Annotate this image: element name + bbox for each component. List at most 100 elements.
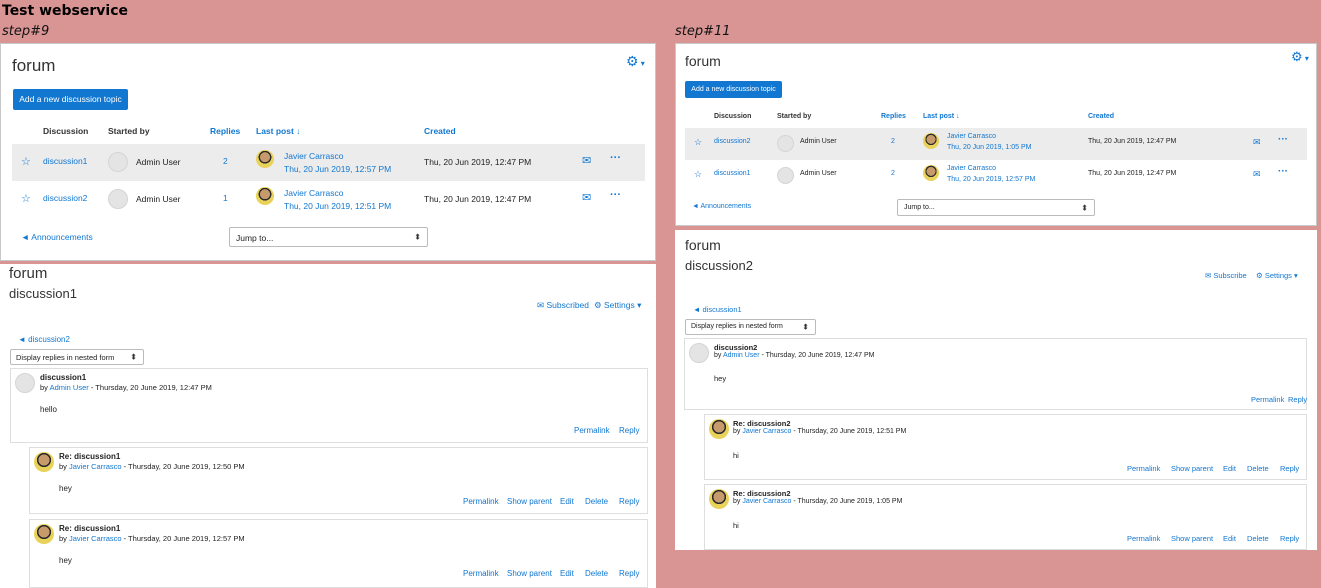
more-icon[interactable]: ··· bbox=[1278, 134, 1288, 145]
post-byline: by Javier Carrasco - Thursday, 20 June 2… bbox=[59, 534, 245, 543]
reply-link[interactable]: Reply bbox=[1280, 534, 1299, 543]
subscribed-toggle[interactable]: ✉ Subscribed bbox=[537, 300, 589, 311]
post-byline: by Admin User - Thursday, 20 June 2019, … bbox=[40, 383, 212, 392]
prev-discussion-link[interactable]: ◄ discussion2 bbox=[18, 335, 70, 344]
avatar bbox=[256, 150, 274, 168]
post-date: - Thursday, 20 June 2019, 12:50 PM bbox=[121, 462, 245, 471]
more-icon[interactable]: ··· bbox=[1278, 166, 1288, 177]
last-post-author[interactable]: Javier Carrasco bbox=[284, 151, 344, 161]
edit-link[interactable]: Edit bbox=[1223, 534, 1236, 543]
settings-menu[interactable]: ⚙ Settings ▾ bbox=[594, 300, 641, 311]
jump-to-select[interactable]: Jump to... ⬍ bbox=[229, 227, 428, 247]
reply-link[interactable]: Reply bbox=[619, 426, 639, 435]
col-replies[interactable]: Replies bbox=[210, 126, 240, 136]
avatar bbox=[709, 419, 729, 439]
show-parent-link[interactable]: Show parent bbox=[1171, 464, 1213, 473]
col-created[interactable]: Created bbox=[1088, 113, 1114, 120]
post-author-link[interactable]: Admin User bbox=[50, 383, 89, 392]
last-post-date[interactable]: Thu, 20 Jun 2019, 1:05 PM bbox=[947, 144, 1031, 151]
gear-icon[interactable]: ⚙ ▾ bbox=[1291, 49, 1309, 65]
more-icon[interactable]: ··· bbox=[610, 152, 621, 164]
add-discussion-button[interactable]: Add a new discussion topic bbox=[13, 89, 128, 110]
last-post-author[interactable]: Javier Carrasco bbox=[284, 188, 344, 198]
post-by: by bbox=[714, 352, 722, 359]
replies-count[interactable]: 2 bbox=[223, 156, 228, 166]
delete-link[interactable]: Delete bbox=[1247, 464, 1269, 473]
permalink-link[interactable]: Permalink bbox=[463, 569, 499, 578]
permalink-link[interactable]: Permalink bbox=[1127, 464, 1160, 473]
post-author-link[interactable]: Javier Carrasco bbox=[742, 498, 791, 505]
delete-link[interactable]: Delete bbox=[585, 497, 608, 506]
post-subject: discussion2 bbox=[714, 343, 758, 352]
reply-link[interactable]: Reply bbox=[1280, 464, 1299, 473]
col-created[interactable]: Created bbox=[424, 126, 456, 136]
subscribe-toggle[interactable]: ✉ Subscribe bbox=[1205, 271, 1247, 280]
star-icon[interactable]: ☆ bbox=[21, 192, 31, 205]
last-post-date[interactable]: Thu, 20 Jun 2019, 12:57 PM bbox=[947, 176, 1035, 183]
edit-link[interactable]: Edit bbox=[1223, 464, 1236, 473]
col-last-post[interactable]: Last post ↓ bbox=[256, 126, 300, 136]
star-icon[interactable]: ☆ bbox=[21, 155, 31, 168]
post-author-link[interactable]: Admin User bbox=[723, 352, 760, 359]
post-author-link[interactable]: Javier Carrasco bbox=[69, 462, 122, 471]
col-last-post-label: Last post bbox=[256, 126, 294, 136]
col-replies[interactable]: Replies bbox=[881, 113, 906, 120]
last-post-author[interactable]: Javier Carrasco bbox=[947, 133, 996, 140]
reply-link[interactable]: Reply bbox=[619, 497, 639, 506]
discussion-link[interactable]: discussion1 bbox=[714, 170, 751, 177]
show-parent-link[interactable]: Show parent bbox=[507, 569, 552, 578]
replies-count[interactable]: 2 bbox=[891, 170, 895, 177]
replies-count[interactable]: 2 bbox=[891, 138, 895, 145]
edit-link[interactable]: Edit bbox=[560, 569, 574, 578]
settings-menu[interactable]: ⚙ Settings ▾ bbox=[1256, 271, 1298, 280]
post-by: by bbox=[59, 462, 67, 471]
announcements-link[interactable]: ◄ Announcements bbox=[21, 232, 93, 242]
reply-link[interactable]: Reply bbox=[619, 569, 639, 578]
edit-link[interactable]: Edit bbox=[560, 497, 574, 506]
avatar bbox=[709, 489, 729, 509]
avatar bbox=[108, 152, 128, 172]
created-date: Thu, 20 Jun 2019, 12:47 PM bbox=[424, 194, 532, 204]
forum-panel-right: ⚙ ▾ forum Add a new discussion topic Dis… bbox=[675, 43, 1317, 226]
mail-open-icon[interactable]: ✉ bbox=[1253, 137, 1261, 148]
star-icon[interactable]: ☆ bbox=[694, 137, 702, 148]
gear-icon: ⚙ bbox=[1256, 271, 1265, 280]
gear-icon[interactable]: ⚙ ▾ bbox=[626, 53, 645, 70]
discussion-link[interactable]: discussion1 bbox=[43, 156, 87, 166]
reply-link[interactable]: Reply bbox=[1288, 395, 1307, 404]
permalink-link[interactable]: Permalink bbox=[574, 426, 610, 435]
show-parent-link[interactable]: Show parent bbox=[507, 497, 552, 506]
col-discussion: Discussion bbox=[714, 113, 752, 120]
col-last-post[interactable]: Last post ↓ bbox=[923, 113, 960, 120]
star-icon[interactable]: ☆ bbox=[694, 169, 702, 180]
avatar bbox=[777, 167, 794, 184]
delete-link[interactable]: Delete bbox=[1247, 534, 1269, 543]
mail-icon[interactable]: ✉ bbox=[582, 154, 591, 167]
permalink-link[interactable]: Permalink bbox=[1251, 395, 1284, 404]
display-mode-select[interactable]: Display replies in nested form ⬍ bbox=[10, 349, 144, 365]
caret-down-icon: ▾ bbox=[1291, 271, 1298, 280]
discussion-link[interactable]: discussion2 bbox=[43, 193, 87, 203]
last-post-date[interactable]: Thu, 20 Jun 2019, 12:57 PM bbox=[284, 164, 391, 174]
discussion-link[interactable]: discussion2 bbox=[714, 138, 751, 145]
more-icon[interactable]: ··· bbox=[610, 189, 621, 201]
mail-icon[interactable]: ✉ bbox=[1253, 169, 1261, 180]
show-parent-link[interactable]: Show parent bbox=[1171, 534, 1213, 543]
add-discussion-button[interactable]: Add a new discussion topic bbox=[685, 81, 782, 98]
started-by: Admin User bbox=[800, 170, 837, 177]
announcements-link[interactable]: ◄ Announcements bbox=[692, 203, 751, 210]
post-author-link[interactable]: Javier Carrasco bbox=[742, 428, 791, 435]
display-mode-select[interactable]: Display replies in nested form ⬍ bbox=[685, 319, 816, 335]
jump-to-select[interactable]: Jump to... ⬍ bbox=[897, 199, 1095, 216]
last-post-author[interactable]: Javier Carrasco bbox=[947, 165, 996, 172]
avatar bbox=[923, 133, 939, 149]
prev-discussion-link[interactable]: ◄ discussion1 bbox=[693, 305, 742, 314]
post-author-link[interactable]: Javier Carrasco bbox=[69, 534, 122, 543]
permalink-link[interactable]: Permalink bbox=[1127, 534, 1160, 543]
replies-count[interactable]: 1 bbox=[223, 193, 228, 203]
delete-link[interactable]: Delete bbox=[585, 569, 608, 578]
post-body: hi bbox=[733, 521, 739, 530]
mail-open-icon[interactable]: ✉ bbox=[582, 191, 591, 204]
last-post-date[interactable]: Thu, 20 Jun 2019, 12:51 PM bbox=[284, 201, 391, 211]
permalink-link[interactable]: Permalink bbox=[463, 497, 499, 506]
